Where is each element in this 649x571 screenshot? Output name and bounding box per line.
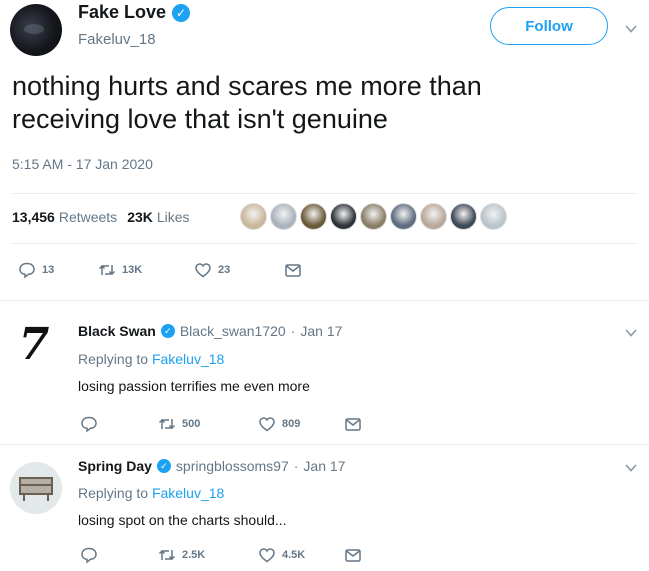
reply-handle[interactable]: Black_swan1720 [180, 323, 286, 339]
reply-date[interactable]: Jan 17 [300, 323, 342, 339]
chevron-down-icon[interactable] [624, 461, 638, 475]
replying-prefix: Replying to [78, 351, 149, 367]
retweet-count: 500 [182, 418, 201, 430]
divider [0, 300, 649, 301]
replying-to-link[interactable]: Fakeluv_18 [152, 351, 224, 367]
divider [12, 193, 637, 194]
likes-count[interactable]: 23K [127, 209, 153, 225]
like-count: 4.5K [282, 549, 306, 561]
reply-text: losing spot on the charts should... [78, 512, 287, 528]
reply-count: 13 [42, 264, 55, 276]
reply-date[interactable]: Jan 17 [303, 458, 345, 474]
retweet-count: 2.5K [182, 549, 206, 561]
author-handle[interactable]: Fakeluv_18 [78, 31, 156, 48]
reply-display-name[interactable]: Spring Day [78, 458, 152, 474]
liker-avatar[interactable] [330, 203, 357, 230]
tweet-text: nothing hurts and scares me more than re… [12, 70, 612, 136]
divider [12, 243, 637, 244]
reply-handle[interactable]: springblossoms97 [176, 458, 289, 474]
liker-avatar[interactable] [390, 203, 417, 230]
liker-avatar[interactable] [240, 203, 267, 230]
liker-avatar[interactable] [480, 203, 507, 230]
verified-badge-icon: ✓ [172, 3, 191, 22]
retweet-icon [98, 264, 116, 276]
reply-action[interactable]: 13 [18, 261, 98, 279]
envelope-icon [345, 549, 361, 562]
retweets-count[interactable]: 13,456 [12, 209, 55, 225]
retweet-icon [158, 418, 176, 430]
chevron-down-icon[interactable] [624, 326, 638, 340]
like-action[interactable]: 23 [194, 261, 284, 279]
liker-avatar[interactable] [360, 203, 387, 230]
reply-actions: 2.5K 4.5K [80, 546, 362, 564]
liker-avatar[interactable] [420, 203, 447, 230]
reply-actions: 500 809 [80, 415, 362, 433]
reply-action[interactable] [80, 546, 158, 564]
follow-button[interactable]: Follow [490, 7, 608, 45]
avatar[interactable] [10, 462, 62, 514]
retweets-label[interactable]: Retweets [59, 209, 117, 225]
divider [0, 444, 649, 445]
author-display-name[interactable]: Fake Love [78, 2, 166, 23]
avatar[interactable]: 7 [8, 318, 60, 370]
bench-legs [23, 495, 49, 501]
retweet-action[interactable]: 500 [158, 415, 258, 433]
main-tweet: Fake Love ✓ Fakeluv_18 Follow nothing hu… [0, 0, 649, 300]
retweet-icon [158, 549, 176, 561]
retweet-count: 13K [122, 264, 143, 276]
replying-to: Replying to Fakeluv_18 [78, 485, 224, 501]
retweet-action[interactable]: 13K [98, 261, 194, 279]
like-action[interactable]: 809 [258, 415, 344, 433]
like-action[interactable]: 4.5K [258, 546, 344, 564]
heart-icon [259, 548, 275, 563]
tweet-timestamp[interactable]: 5:15 AM - 17 Jan 2020 [12, 156, 153, 172]
tweet-actions: 13 13K 23 [18, 261, 302, 279]
separator: · [290, 323, 296, 339]
verified-badge-icon: ✓ [160, 324, 175, 338]
replying-to-link[interactable]: Fakeluv_18 [152, 485, 224, 501]
avatar[interactable] [10, 4, 62, 56]
liker-avatar[interactable] [270, 203, 297, 230]
envelope-icon [345, 418, 361, 431]
reply-icon [81, 547, 97, 564]
chevron-down-icon[interactable] [624, 22, 638, 36]
liker-avatars [240, 203, 507, 230]
reply-text: losing passion terrifies me even more [78, 378, 310, 394]
verified-badge-icon: ✓ [156, 459, 171, 473]
likes-label[interactable]: Likes [157, 209, 190, 225]
engagement-stats: 13,456 Retweets 23K Likes [12, 209, 200, 225]
heart-icon [259, 417, 275, 432]
envelope-icon [285, 264, 301, 277]
replying-to: Replying to Fakeluv_18 [78, 351, 224, 367]
author-row: Fake Love ✓ [78, 2, 191, 23]
reply-icon [19, 262, 35, 279]
retweet-action[interactable]: 2.5K [158, 546, 258, 564]
heart-icon [195, 263, 211, 278]
tweet-text-line: nothing hurts and scares me more than [12, 71, 482, 101]
bench-shape [19, 477, 53, 495]
reply-icon [81, 416, 97, 433]
liker-avatar[interactable] [450, 203, 477, 230]
liker-avatar[interactable] [300, 203, 327, 230]
separator: · [293, 458, 299, 474]
replying-prefix: Replying to [78, 485, 149, 501]
tweet-text-line: receiving love that isn't genuine [12, 104, 388, 134]
like-count: 809 [282, 418, 301, 430]
reply-header: Black Swan ✓ Black_swan1720 · Jan 17 [78, 323, 342, 339]
reply-action[interactable] [80, 415, 158, 433]
reply-header: Spring Day ✓ springblossoms97 · Jan 17 [78, 458, 345, 474]
dm-action[interactable] [344, 546, 362, 564]
dm-action[interactable] [344, 415, 362, 433]
like-count: 23 [218, 264, 231, 276]
reply-display-name[interactable]: Black Swan [78, 323, 156, 339]
dm-action[interactable] [284, 261, 302, 279]
